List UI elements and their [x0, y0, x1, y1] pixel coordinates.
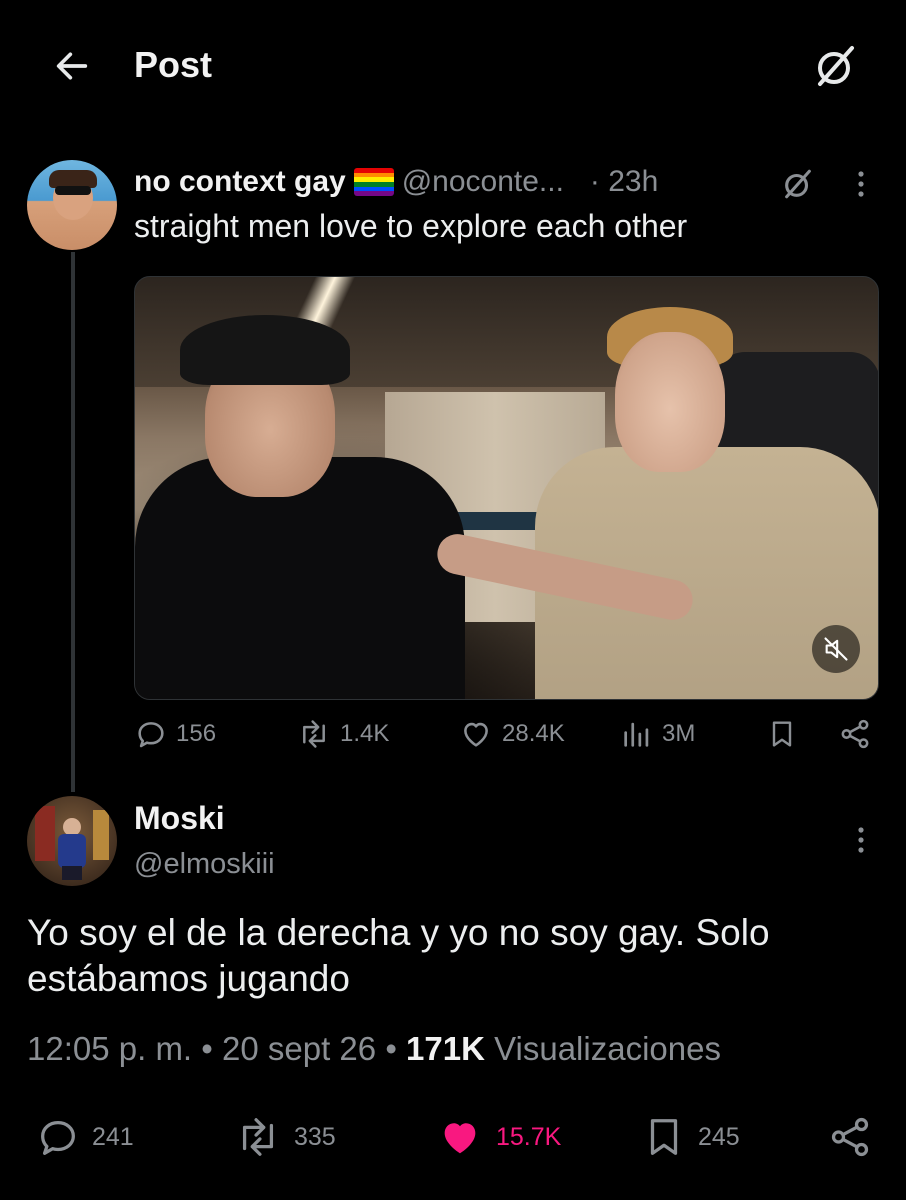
reply-bookmark-count: 245 [698, 1122, 740, 1151]
bookmark-icon [650, 1119, 678, 1155]
share-icon [841, 719, 869, 749]
original-grok-button[interactable] [778, 164, 818, 204]
original-like-count: 28.4K [502, 720, 565, 747]
reply-repost-count: 335 [294, 1122, 336, 1151]
meta-separator: • [201, 1030, 213, 1067]
grok-button[interactable] [808, 38, 864, 94]
reply-post-text: Yo soy el de la derecha y yo no soy gay.… [27, 912, 770, 999]
rainbow-flag-icon [353, 168, 394, 196]
heart-icon [444, 1123, 476, 1154]
reply-icon [41, 1120, 75, 1155]
original-more-button[interactable] [846, 164, 876, 204]
original-reply-count: 156 [176, 720, 217, 747]
reply-share-button[interactable] [826, 1114, 884, 1160]
original-reply-button[interactable]: 156 [134, 714, 216, 754]
original-author-handle[interactable]: @noconte... [402, 165, 564, 199]
views-icon [624, 722, 649, 747]
page-title: Post [134, 44, 213, 85]
repost-icon [242, 1118, 274, 1156]
reply-views-label: Visualizaciones [494, 1030, 721, 1067]
reply-like-button[interactable]: 15.7K [434, 1114, 561, 1160]
original-post-text: straight men love to explore each other [134, 208, 688, 244]
original-share-button[interactable] [838, 714, 880, 754]
reply-author-name[interactable]: Moski [134, 800, 225, 837]
back-button[interactable] [50, 44, 94, 88]
reply-author-avatar[interactable] [27, 796, 117, 886]
bookmark-icon [772, 721, 792, 747]
grok-icon [818, 46, 854, 86]
more-icon [858, 171, 864, 197]
reply-post-time[interactable]: 12:05 p. m. [27, 1030, 192, 1067]
reply-more-button[interactable] [846, 820, 876, 860]
original-views-button[interactable]: 3M [620, 714, 695, 754]
repost-icon [303, 720, 325, 748]
top-bar: Post [0, 0, 906, 130]
reply-repost-button[interactable]: 335 [232, 1114, 336, 1160]
back-arrow-icon [56, 52, 88, 80]
mute-icon [824, 637, 848, 661]
reply-reply-button[interactable]: 241 [34, 1114, 134, 1160]
reply-reply-count: 241 [92, 1122, 134, 1151]
reply-like-count: 15.7K [496, 1122, 562, 1151]
original-views-count: 3M [662, 720, 696, 747]
original-bookmark-button[interactable] [766, 714, 806, 754]
reply-icon [138, 722, 164, 748]
mute-button[interactable] [812, 625, 860, 673]
share-icon [831, 1117, 869, 1157]
original-repost-button[interactable]: 1.4K [296, 714, 389, 754]
reply-views-count: 171K [406, 1030, 485, 1067]
meta-separator: • [385, 1030, 397, 1067]
original-author-avatar[interactable] [27, 160, 117, 250]
more-icon [858, 827, 864, 853]
reply-post-date[interactable]: 20 sept 26 [222, 1030, 376, 1067]
original-author-name[interactable]: no context gay [134, 165, 346, 199]
reply-bookmark-button[interactable]: 245 [640, 1114, 740, 1160]
original-post-time[interactable]: · 23h [590, 165, 658, 199]
reply-post-meta: 12:05 p. m. • 20 sept 26 • 171K Visualiz… [27, 1030, 721, 1068]
original-like-button[interactable]: 28.4K [458, 714, 565, 754]
grok-icon [785, 169, 811, 199]
original-post-meta: no context gay @noconte... · 23h [134, 162, 658, 202]
reply-author-handle[interactable]: @elmoskiii [134, 848, 275, 881]
original-repost-count: 1.4K [340, 720, 390, 747]
original-post-video[interactable] [134, 276, 879, 700]
thread-connector-line [71, 252, 75, 792]
heart-icon [464, 722, 488, 747]
